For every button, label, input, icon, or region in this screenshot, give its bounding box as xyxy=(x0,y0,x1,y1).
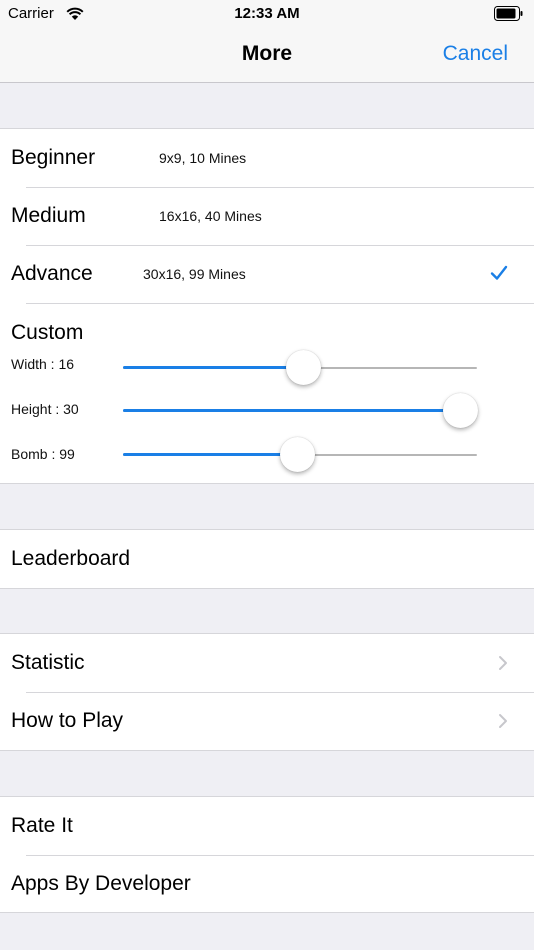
battery-icon xyxy=(494,6,523,21)
slider-thumb[interactable] xyxy=(443,393,478,428)
cancel-button[interactable]: Cancel xyxy=(443,42,508,66)
level-title: Advance xyxy=(11,262,93,285)
difficulty-section: Beginner 9x9, 10 Mines Medium 16x16, 40 … xyxy=(0,128,534,484)
rate-it-label: Rate It xyxy=(11,814,73,837)
checkmark-icon xyxy=(490,265,508,280)
how-to-play-label: How to Play xyxy=(11,709,124,732)
statistic-label: Statistic xyxy=(11,651,85,674)
chevron-right-icon xyxy=(499,714,507,728)
slider-thumb[interactable] xyxy=(286,350,322,385)
custom-level-block: Custom Width : 16 Height : 30 Bomb : 99 xyxy=(0,303,534,483)
level-detail: 30x16, 99 Mines xyxy=(143,266,246,282)
apps-by-developer-row[interactable]: Apps By Developer xyxy=(0,855,534,912)
slider-thumb[interactable] xyxy=(279,437,315,472)
leaderboard-section: Leaderboard xyxy=(0,529,534,589)
bomb-label: Bomb : 99 xyxy=(11,446,75,462)
height-slider[interactable] xyxy=(123,393,478,429)
slider-fill xyxy=(123,453,297,456)
status-bar: Carrier 12:33 AM xyxy=(0,0,534,28)
width-slider[interactable] xyxy=(123,350,477,386)
clock: 12:33 AM xyxy=(234,5,300,22)
level-row-beginner[interactable]: Beginner 9x9, 10 Mines xyxy=(0,129,534,187)
slider-fill xyxy=(123,366,304,369)
misc-section: Rate It Apps By Developer xyxy=(0,796,534,913)
statistic-row[interactable]: Statistic xyxy=(0,634,534,692)
navigation-bar: More Cancel xyxy=(0,28,534,83)
width-label: Width : 16 xyxy=(11,356,75,372)
level-row-advance[interactable]: Advance 30x16, 99 Mines xyxy=(0,245,534,303)
custom-title: Custom xyxy=(11,321,84,344)
leaderboard-label: Leaderboard xyxy=(11,547,131,570)
how-to-play-row[interactable]: How to Play xyxy=(0,692,534,750)
level-detail: 16x16, 40 Mines xyxy=(159,208,262,224)
height-label: Height : 30 xyxy=(11,401,79,417)
chevron-right-icon xyxy=(499,656,507,670)
level-title: Beginner xyxy=(11,146,96,169)
bomb-slider[interactable] xyxy=(123,437,477,473)
info-section: Statistic How to Play xyxy=(0,633,534,751)
level-row-medium[interactable]: Medium 16x16, 40 Mines xyxy=(0,187,534,245)
level-detail: 9x9, 10 Mines xyxy=(159,150,247,166)
level-title: Medium xyxy=(11,204,86,227)
leaderboard-row[interactable]: Leaderboard xyxy=(0,530,534,588)
apps-by-developer-label: Apps By Developer xyxy=(11,872,191,895)
slider-fill xyxy=(123,409,460,412)
rate-it-row[interactable]: Rate It xyxy=(0,797,534,855)
